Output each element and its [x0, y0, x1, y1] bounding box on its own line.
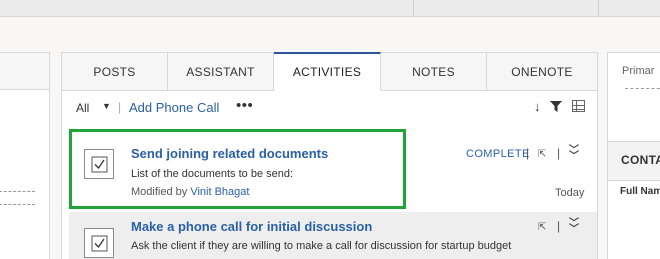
contacts-section-title: CONTA — [621, 153, 660, 167]
action-divider: | — [526, 146, 530, 160]
left-field-underline — [0, 204, 35, 205]
tab-assistant[interactable]: ASSISTANT — [168, 53, 274, 91]
activity-toolbar: All ▼ | Add Phone Call ••• ↓ — [62, 91, 597, 123]
action-divider: | — [557, 219, 561, 233]
modified-by-user-link[interactable]: Vinit Bhagat — [190, 186, 249, 198]
expand-chevron-icon[interactable]: ﹀ ﹀ — [569, 219, 579, 235]
more-options-icon[interactable]: ••• — [236, 97, 253, 114]
full-name-column-header[interactable]: Full Nam — [620, 186, 660, 197]
top-bar-divider — [598, 0, 599, 17]
activity-date: Today — [555, 187, 585, 199]
primary-contact-label: Primar — [622, 65, 655, 77]
modified-by-label: Modified by — [131, 186, 188, 198]
top-bar-divider — [413, 0, 414, 17]
primary-field-underline — [625, 88, 660, 89]
task-icon — [84, 228, 114, 258]
add-phone-call-link[interactable]: Add Phone Call — [129, 100, 219, 115]
activity-title[interactable]: Make a phone call for initial discussion — [131, 219, 372, 234]
activity-item[interactable]: Make a phone call for initial discussion… — [69, 212, 597, 259]
activity-description: List of the documents to be send: — [131, 168, 294, 180]
left-panel-header — [0, 53, 49, 90]
filter-icon[interactable] — [550, 101, 562, 112]
activity-description: Ask the client if they are willing to ma… — [131, 240, 512, 252]
tab-notes[interactable]: NOTES — [381, 53, 487, 91]
top-bar — [0, 0, 660, 17]
left-field-underline — [0, 191, 35, 192]
complete-button[interactable]: COMPLETE — [466, 148, 530, 160]
tab-posts[interactable]: POSTS — [62, 53, 168, 91]
activity-modified: Modified by Vinit Bhagat — [131, 186, 249, 198]
filter-dropdown[interactable]: All — [76, 101, 89, 115]
task-icon — [84, 149, 114, 179]
view-grid-icon[interactable] — [572, 100, 585, 112]
action-divider: | — [557, 146, 561, 160]
tab-activities[interactable]: ACTIVITIES — [274, 52, 381, 91]
open-record-icon[interactable]: ⇱ — [538, 222, 546, 233]
tab-onenote[interactable]: ONENOTE — [487, 53, 597, 91]
left-panel — [0, 52, 50, 259]
sort-icon[interactable]: ↓ — [534, 99, 541, 114]
chevron-down-icon[interactable]: ▼ — [102, 101, 111, 111]
activity-title[interactable]: Send joining related documents — [131, 146, 328, 161]
tab-bar: POSTS ASSISTANT ACTIVITIES NOTES ONENOTE — [62, 52, 597, 91]
activity-item[interactable]: Send joining related documents List of t… — [69, 129, 584, 209]
right-panel: Primar CONTA Full Nam — [607, 52, 660, 259]
expand-chevron-icon[interactable]: ﹀ ﹀ — [569, 146, 579, 162]
open-record-icon[interactable]: ⇱ — [538, 149, 546, 160]
toolbar-divider: | — [118, 100, 122, 114]
